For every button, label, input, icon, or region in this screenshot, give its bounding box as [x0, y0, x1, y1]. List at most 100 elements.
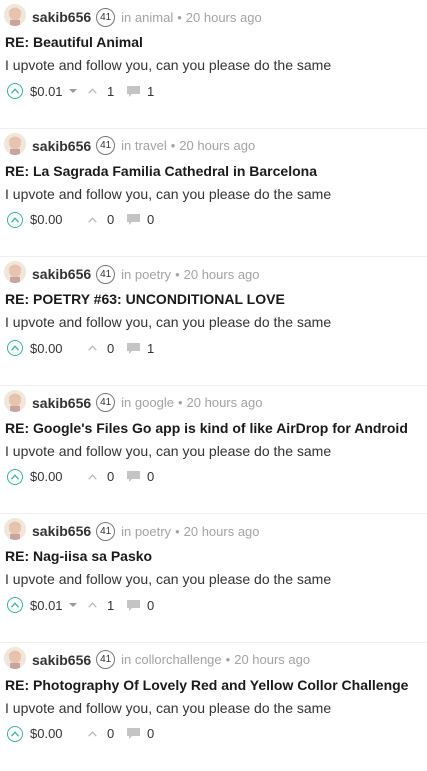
payout-amount[interactable]: $0.00	[30, 469, 64, 484]
timestamp[interactable]: 20 hours ago	[187, 395, 263, 410]
comment-title[interactable]: RE: Photography Of Lovely Red and Yellow…	[5, 677, 408, 693]
avatar[interactable]	[4, 4, 26, 26]
author-name[interactable]: sakib656	[32, 523, 91, 539]
payout-amount[interactable]: $0.01	[30, 598, 64, 613]
comment-item: sakib656 41 in poetry • 20 hours ago RE:…	[0, 257, 427, 386]
comments-number: 0	[147, 469, 154, 484]
caret-down-icon[interactable]	[69, 603, 77, 607]
comments-count[interactable]: 0	[126, 598, 154, 613]
payout-amount[interactable]: $0.01	[30, 84, 64, 99]
category-link[interactable]: collorchallenge	[135, 652, 222, 667]
comment-actions: $0.01 1 0	[7, 595, 154, 615]
comment-body: I upvote and follow you, can you please …	[5, 314, 331, 330]
reputation-badge: 41	[96, 265, 115, 284]
comments-count[interactable]: 1	[126, 84, 154, 99]
timestamp[interactable]: 20 hours ago	[234, 652, 310, 667]
comment-title[interactable]: RE: POETRY #63: UNCONDITIONAL LOVE	[5, 291, 285, 307]
avatar[interactable]	[4, 518, 26, 540]
category-link[interactable]: travel	[135, 138, 167, 153]
votes-number: 0	[107, 469, 114, 484]
comment-header: sakib656 41 in google • 20 hours ago	[32, 393, 262, 413]
payout-amount[interactable]: $0.00	[30, 212, 64, 227]
comment-title[interactable]: RE: Beautiful Animal	[5, 34, 143, 50]
category-link[interactable]: poetry	[135, 267, 171, 282]
comment-actions: $0.00 0 0	[7, 210, 154, 230]
comments-count[interactable]: 0	[126, 726, 154, 741]
votes-count[interactable]: 1	[88, 598, 126, 613]
votes-count[interactable]: 0	[88, 726, 126, 741]
comment-item: sakib656 41 in google • 20 hours ago RE:…	[0, 386, 427, 515]
comment-item: sakib656 41 in collorchallenge • 20 hour…	[0, 643, 427, 771]
comment-bubble-icon	[126, 470, 141, 483]
author-name[interactable]: sakib656	[32, 266, 91, 282]
category-prefix: in	[121, 652, 131, 667]
category-link[interactable]: poetry	[135, 524, 171, 539]
timestamp[interactable]: 20 hours ago	[179, 138, 255, 153]
author-name[interactable]: sakib656	[32, 395, 91, 411]
separator-dot: •	[226, 652, 231, 667]
votes-number: 0	[107, 341, 114, 356]
comments-count[interactable]: 1	[126, 341, 154, 356]
payout-amount[interactable]: $0.00	[30, 341, 64, 356]
comment-title[interactable]: RE: Google's Files Go app is kind of lik…	[5, 420, 408, 436]
timestamp[interactable]: 20 hours ago	[184, 267, 260, 282]
comment-header: sakib656 41 in animal • 20 hours ago	[32, 7, 262, 27]
reputation-badge: 41	[96, 8, 115, 27]
votes-count[interactable]: 0	[88, 341, 126, 356]
upvote-circle-icon[interactable]	[7, 726, 23, 742]
category-prefix: in	[121, 395, 131, 410]
avatar[interactable]	[4, 133, 26, 155]
category-prefix: in	[121, 138, 131, 153]
comment-bubble-icon	[126, 342, 141, 355]
separator-dot: •	[177, 10, 182, 25]
reputation-badge: 41	[96, 522, 115, 541]
comments-count[interactable]: 0	[126, 469, 154, 484]
votes-count[interactable]: 0	[88, 212, 126, 227]
comments-number: 0	[147, 598, 154, 613]
upvote-circle-icon[interactable]	[7, 83, 23, 99]
comments-number: 1	[147, 341, 154, 356]
comments-count[interactable]: 0	[126, 212, 154, 227]
votes-count[interactable]: 0	[88, 469, 126, 484]
avatar[interactable]	[4, 261, 26, 283]
comment-bubble-icon	[126, 85, 141, 98]
comments-number: 1	[147, 84, 154, 99]
comment-header: sakib656 41 in travel • 20 hours ago	[32, 136, 255, 156]
reputation-badge: 41	[96, 650, 115, 669]
caret-down-icon[interactable]	[69, 89, 77, 93]
category-prefix: in	[121, 524, 131, 539]
comment-title[interactable]: RE: La Sagrada Familia Cathedral in Barc…	[5, 163, 317, 179]
avatar[interactable]	[4, 390, 26, 412]
timestamp[interactable]: 20 hours ago	[184, 524, 260, 539]
avatar[interactable]	[4, 647, 26, 669]
comment-feed: sakib656 41 in animal • 20 hours ago RE:…	[0, 0, 427, 771]
author-name[interactable]: sakib656	[32, 138, 91, 154]
chevron-up-icon	[88, 602, 97, 608]
comment-item: sakib656 41 in travel • 20 hours ago RE:…	[0, 129, 427, 258]
category-link[interactable]: animal	[135, 10, 173, 25]
comments-number: 0	[147, 726, 154, 741]
votes-number: 1	[107, 84, 114, 99]
comment-actions: $0.00 0 0	[7, 724, 154, 744]
category-link[interactable]: google	[135, 395, 174, 410]
comment-header: sakib656 41 in poetry • 20 hours ago	[32, 264, 260, 284]
comment-body: I upvote and follow you, can you please …	[5, 571, 331, 587]
comment-actions: $0.00 0 0	[7, 467, 154, 487]
upvote-circle-icon[interactable]	[7, 469, 23, 485]
author-name[interactable]: sakib656	[32, 9, 91, 25]
votes-count[interactable]: 1	[88, 84, 126, 99]
comment-title[interactable]: RE: Nag-iisa sa Pasko	[5, 548, 152, 564]
comment-body: I upvote and follow you, can you please …	[5, 443, 331, 459]
payout-amount[interactable]: $0.00	[30, 726, 64, 741]
upvote-circle-icon[interactable]	[7, 212, 23, 228]
comment-item: sakib656 41 in animal • 20 hours ago RE:…	[0, 0, 427, 129]
comment-actions: $0.01 1 1	[7, 81, 154, 101]
upvote-circle-icon[interactable]	[7, 340, 23, 356]
upvote-circle-icon[interactable]	[7, 597, 23, 613]
chevron-up-icon	[88, 474, 97, 480]
comment-item: sakib656 41 in poetry • 20 hours ago RE:…	[0, 514, 427, 643]
author-name[interactable]: sakib656	[32, 652, 91, 668]
comment-bubble-icon	[126, 599, 141, 612]
timestamp[interactable]: 20 hours ago	[186, 10, 262, 25]
comment-actions: $0.00 0 1	[7, 338, 154, 358]
